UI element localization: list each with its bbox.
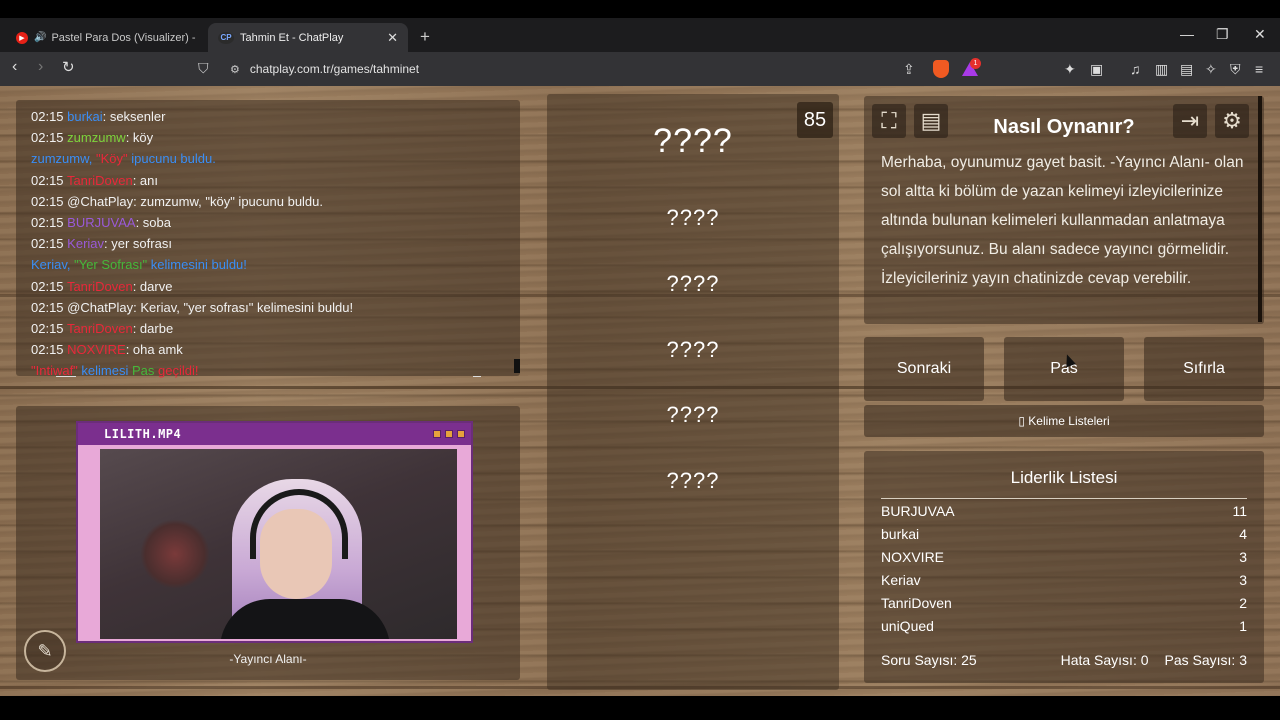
youtube-icon: ▶: [16, 31, 28, 44]
close-tab-icon[interactable]: ✕: [387, 30, 398, 46]
window-min-icon: [433, 430, 441, 438]
leaderboard-title: Liderlik Listesi: [881, 468, 1247, 499]
chatplay-icon: CP: [218, 31, 234, 44]
how-to-scrollbar[interactable]: [1258, 96, 1262, 322]
pencil-icon[interactable]: ✎: [24, 630, 66, 672]
menu-icon[interactable]: ≡: [1255, 61, 1263, 77]
chat-system-message: Keriav, "Yer Sofrası" kelimesini buldu!: [31, 257, 247, 273]
chat-message: 02:15 @ChatPlay: Keriav, "yer sofrası" k…: [31, 299, 354, 315]
browser-tab-bar: ▶ 🔊 Pastel Para Dos (Visualizer) - YouT …: [0, 18, 1280, 52]
screenshot-icon[interactable]: ▣: [1090, 61, 1103, 78]
leaderboard-row: TanriDoven 2: [881, 595, 1247, 611]
tab-youtube[interactable]: ▶ 🔊 Pastel Para Dos (Visualizer) - YouT: [6, 23, 206, 52]
forbidden-word: ????: [666, 205, 720, 230]
question-count: Soru Sayısı: 25: [881, 652, 977, 668]
reset-button[interactable]: Sıfırla: [1144, 337, 1264, 401]
url-field[interactable]: ⛉ ⚙ chatplay.com.tr/games/tahminet: [198, 57, 990, 81]
vpn-icon[interactable]: ⛨: [1230, 61, 1241, 78]
reload-icon[interactable]: ↻: [62, 58, 75, 76]
target-word: ????: [653, 122, 733, 160]
webcam-video: [100, 449, 457, 639]
minimize-icon[interactable]: —: [1180, 26, 1194, 42]
leaderboard-row: BURJUVAA 11: [881, 503, 1247, 519]
window-max-icon: [445, 430, 453, 438]
chat-scrollbar[interactable]: [514, 359, 520, 373]
streamer-body: [220, 599, 390, 639]
chat-message: 02:15 zumzumw: köy: [31, 130, 154, 146]
brave-shields-icon[interactable]: [933, 60, 949, 78]
chat-message: 02:15 BURJUVAA: soba: [31, 214, 171, 230]
back-icon[interactable]: ‹: [12, 58, 17, 76]
chat-system-message: "Intiwaf" kelimesi Pas geçildi!: [31, 363, 199, 379]
divider: [56, 376, 76, 377]
forbidden-word: ????: [666, 402, 720, 427]
bookmark-icon[interactable]: ⛉: [198, 60, 209, 77]
word-lists-button[interactable]: ▯ Kelime Listeleri: [864, 405, 1264, 437]
extensions-icon[interactable]: ✦: [1064, 61, 1076, 78]
pass-button[interactable]: Pas: [1004, 337, 1124, 401]
share-icon[interactable]: ⇪: [903, 61, 915, 78]
forbidden-word: ????: [666, 468, 720, 493]
forward-icon[interactable]: ›: [38, 58, 43, 76]
pass-count: Pas Sayısı: 3: [1164, 652, 1247, 668]
leaderboard-list: BURJUVAA 11 burkai 4 NOXVIRE 3 Keriav 3 Tanr…: [881, 500, 1247, 638]
how-to-play-title: Nasıl Oynanır?: [993, 116, 1135, 138]
how-to-play-text: Merhaba, oyunumuz gayet basit. -Yayıncı …: [881, 154, 1244, 287]
divider: [473, 376, 481, 377]
chat-message: 02:15 TanriDoven: darbe: [31, 320, 174, 336]
webcam-window: LILITH.MP4: [76, 421, 473, 643]
forbidden-word: ????: [666, 271, 720, 296]
tab-chatplay[interactable]: CP Tahmin Et - ChatPlay ✕: [208, 23, 408, 52]
media-icon[interactable]: ♫: [1130, 61, 1141, 77]
chat-message: 02:15 TanriDoven: darve: [31, 278, 173, 294]
list-icon: ▯: [1018, 414, 1029, 428]
speaker-icon[interactable]: 🔊: [34, 32, 46, 43]
leaderboard-row: NOXVIRE 3: [881, 549, 1247, 565]
sidebar-icon[interactable]: ▥: [1155, 61, 1168, 78]
words-panel: [547, 94, 839, 690]
webcam-title: LILITH.MP4: [78, 423, 471, 445]
forbidden-word: ????: [666, 337, 720, 362]
next-button[interactable]: Sonraki: [864, 337, 984, 401]
rewards-badge: 1: [970, 58, 981, 69]
game-stats: Soru Sayısı: 25 Hata Sayısı: 0 Pas Sayısı…: [881, 652, 1247, 668]
address-bar: ‹ › ↻ ⛉ ⚙ chatplay.com.tr/games/tahminet…: [0, 52, 1280, 86]
leaderboard-row: burkai 4: [881, 526, 1247, 542]
chat-log: 02:15 burkai: seksenler 02:15 zumzumw: k…: [31, 106, 511, 381]
site-info-icon[interactable]: ⚙: [230, 63, 240, 76]
chat-message: 02:15 burkai: seksenler: [31, 109, 166, 124]
chat-message: 02:15 Keriav: yer sofrası: [31, 236, 172, 252]
chat-system-message: zumzumw, "Köy" ipucunu buldu.: [31, 151, 216, 167]
error-count: Hata Sayısı: 0: [1060, 652, 1149, 668]
leo-icon[interactable]: ✧: [1205, 61, 1217, 78]
tab-title: Tahmin Et - ChatPlay: [240, 31, 344, 44]
background-decoration: [140, 519, 210, 589]
restore-icon[interactable]: ❐: [1216, 26, 1229, 43]
wallet-icon[interactable]: ▤: [1180, 61, 1193, 78]
chat-message: 02:15 TanriDoven: anı: [31, 172, 158, 188]
leaderboard-row: uniQued 1: [881, 618, 1247, 634]
chat-message: 02:15 NOXVIRE: oha amk: [31, 342, 183, 358]
tab-title: Pastel Para Dos (Visualizer) - YouT: [51, 31, 196, 44]
word-lists-label: Kelime Listeleri: [1028, 414, 1110, 428]
url-text: chatplay.com.tr/games/tahminet: [249, 62, 420, 76]
close-window-icon[interactable]: ✕: [1254, 26, 1266, 43]
leaderboard-row: Keriav 3: [881, 572, 1247, 588]
new-tab-icon[interactable]: +: [420, 27, 430, 47]
chat-message: 02:15 @ChatPlay: zumzumw, "köy" ipucunu …: [31, 193, 324, 209]
window-close-icon: [457, 430, 465, 438]
streamer-area-label: -Yayıncı Alanı-: [229, 652, 307, 666]
